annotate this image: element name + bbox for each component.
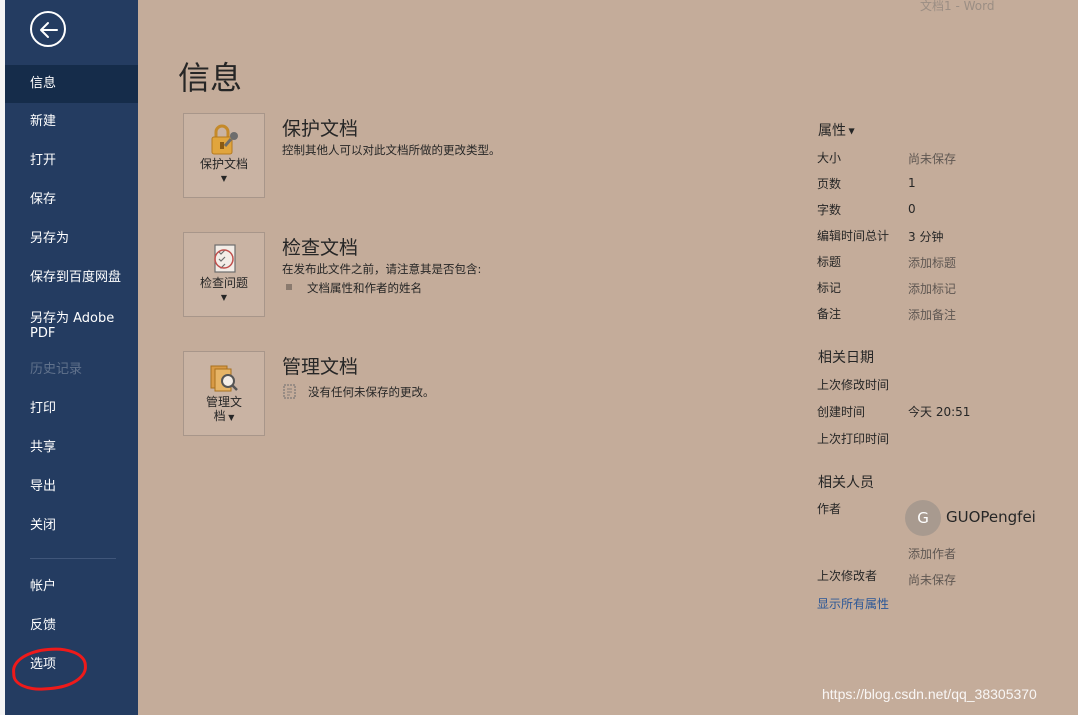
sidebar-item-open[interactable]: 打开: [5, 142, 138, 180]
check-issues-button[interactable]: 检查问题 ▼: [183, 232, 265, 317]
people-key-last-modified-by: 上次修改者: [817, 569, 878, 583]
property-key-tags: 标记: [817, 281, 842, 295]
lock-key-icon: [211, 124, 238, 155]
inspect-document-description: 在发布此文件之前，请注意其是否包含:: [282, 262, 482, 276]
bullet-icon: [286, 284, 292, 290]
manage-document-button[interactable]: 管理文 档 ▼: [183, 351, 265, 436]
date-key-last-modified: 上次修改时间: [817, 378, 890, 392]
sidebar-item-account[interactable]: 帐户: [5, 568, 138, 606]
sidebar-item-feedback[interactable]: 反馈: [5, 607, 138, 645]
manage-document-button-label-line1: 管理文: [205, 395, 242, 409]
date-value-created: 今天 20:51: [908, 405, 971, 419]
property-key-pages: 页数: [817, 177, 842, 191]
protect-document-button[interactable]: 保护文档 ▼: [183, 113, 265, 198]
avatar[interactable]: G: [905, 500, 941, 536]
related-people-header: 相关人员: [818, 475, 874, 491]
property-key-title: 标题: [817, 255, 842, 269]
protect-document-heading: 保护文档: [282, 118, 359, 140]
inspect-bullet-item: 文档属性和作者的姓名: [307, 281, 422, 295]
property-value-pages: 1: [908, 176, 916, 190]
backstage-sidebar: 信息 新建 打开 保存 另存为 保存到百度网盘 另存为 Adobe PDF 历史…: [5, 0, 138, 715]
sidebar-divider: [30, 558, 116, 559]
back-button[interactable]: [30, 11, 66, 47]
property-value-size: 尚未保存: [908, 152, 957, 166]
chevron-down-icon: ▼: [220, 174, 228, 183]
sidebar-item-history: 历史记录: [30, 362, 83, 377]
property-value-title-input[interactable]: 添加标题: [908, 254, 956, 271]
sidebar-item-new[interactable]: 新建: [5, 103, 138, 141]
chevron-down-icon: ▼: [846, 126, 855, 136]
sidebar-item-save-to-baidu[interactable]: 保存到百度网盘: [5, 259, 138, 297]
manage-document-icon: [210, 365, 238, 392]
inspect-document-heading: 检查文档: [282, 237, 359, 259]
sidebar-item-print[interactable]: 打印: [5, 390, 138, 428]
manage-document-button-label-line2: 档 ▼: [184, 409, 264, 425]
date-key-created: 创建时间: [817, 405, 866, 419]
property-value-comments-input[interactable]: 添加备注: [908, 306, 956, 323]
sidebar-item-close[interactable]: 关闭: [5, 507, 138, 545]
show-all-properties-link[interactable]: 显示所有属性: [817, 595, 889, 612]
add-author-input[interactable]: 添加作者: [908, 545, 956, 562]
window-title: 文档1 - Word: [920, 0, 995, 13]
protect-document-description: 控制其他人可以对此文档所做的更改类型。: [282, 143, 501, 157]
sidebar-item-save-as-pdf[interactable]: 另存为 Adobe PDF: [5, 309, 115, 345]
property-value-tags-input[interactable]: 添加标记: [908, 280, 956, 297]
document-versions-icon: [283, 384, 296, 399]
people-value-last-modified-by: 尚未保存: [908, 573, 957, 587]
sidebar-item-export[interactable]: 导出: [5, 468, 138, 506]
people-key-author: 作者: [817, 502, 842, 516]
chevron-down-icon: ▼: [220, 293, 228, 302]
chevron-down-icon: ▼: [225, 413, 235, 422]
sidebar-item-info[interactable]: 信息: [5, 65, 138, 103]
watermark: https://blog.csdn.net/qq_38305370: [822, 686, 1037, 702]
author-name[interactable]: GUOPengfei: [946, 508, 1036, 526]
property-value-words: 0: [908, 202, 916, 216]
back-arrow-icon: [40, 22, 58, 38]
related-dates-header: 相关日期: [818, 350, 874, 366]
manage-document-description: 没有任何未保存的更改。: [308, 385, 435, 399]
property-key-words: 字数: [817, 203, 842, 217]
property-key-comments: 备注: [817, 307, 842, 321]
inspect-document-icon: [214, 244, 236, 273]
manage-document-heading: 管理文档: [282, 356, 359, 378]
date-key-last-printed: 上次打印时间: [817, 432, 890, 446]
property-key-size: 大小: [817, 151, 842, 165]
check-issues-button-label: 检查问题: [199, 276, 248, 290]
sidebar-item-save[interactable]: 保存: [5, 181, 138, 219]
sidebar-item-share[interactable]: 共享: [5, 429, 138, 467]
protect-document-button-label: 保护文档: [199, 157, 248, 171]
properties-header: 属性: [818, 123, 846, 139]
manage-document-button-label-line2-text: 档: [213, 409, 226, 423]
property-key-edit-time: 编辑时间总计: [817, 229, 890, 243]
page-title: 信息: [178, 59, 243, 97]
sidebar-item-save-as[interactable]: 另存为: [5, 220, 138, 258]
property-value-edit-time: 3 分钟: [908, 230, 944, 244]
properties-dropdown[interactable]: 属性 ▼: [818, 120, 855, 140]
